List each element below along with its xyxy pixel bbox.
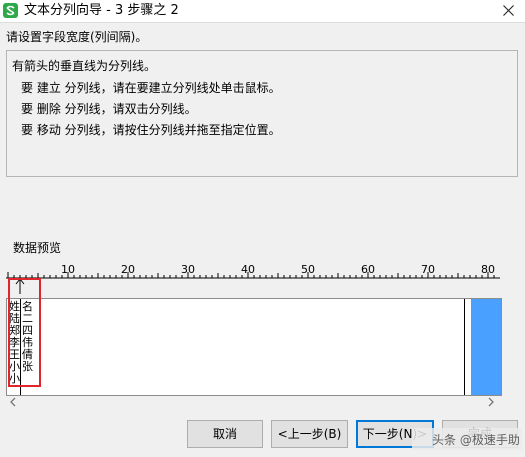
horizontal-scrollbar[interactable] [6, 395, 500, 409]
close-icon [503, 5, 514, 16]
ruler-tick-label: 10 [61, 263, 75, 276]
ruler-tick-label: 80 [481, 263, 495, 276]
info-line-1: 有箭头的垂直线为分列线。 [12, 59, 157, 73]
preview-label: 数据预览 [13, 241, 62, 255]
scroll-right-icon[interactable] [488, 397, 494, 407]
ruler-tick-label: 30 [181, 263, 195, 276]
previous-button[interactable]: <上一步(B) [271, 420, 348, 448]
ruler-tick-label: 50 [301, 263, 315, 276]
ruler-tick-label: 70 [421, 263, 435, 276]
app-logo-icon [3, 3, 18, 18]
scroll-left-icon[interactable] [10, 397, 16, 407]
ruler-tick-label: 20 [121, 263, 135, 276]
ruler-tick-label: 60 [361, 263, 375, 276]
watermark-text: 头条 @极速手助 [432, 433, 520, 447]
close-button[interactable] [492, 0, 525, 22]
column-ruler[interactable]: 10 20 30 40 50 60 70 80 [6, 258, 500, 294]
info-line-4: 要 移动 分列线，请按住分列线并拖至指定位置。 [21, 123, 281, 137]
info-box: 有箭头的垂直线为分列线。 要 建立 分列线，请在要建立分列线处单击鼠标。 要 删… [6, 50, 518, 177]
info-line-3: 要 删除 分列线，请双击分列线。 [21, 102, 197, 116]
ruler-tick-label: 40 [241, 263, 255, 276]
data-preview-area[interactable]: 姓 陆 郑 李 王 小 小 名 二 四 伟 倩 张 [6, 298, 502, 396]
step-heading: 请设置字段宽度(列间隔)。 [6, 30, 148, 44]
info-line-2: 要 建立 分列线，请在要建立分列线处单击鼠标。 [21, 81, 281, 95]
window-title: 文本分列向导 - 3 步骤之 2 [24, 3, 179, 18]
cancel-button[interactable]: 取消 [187, 420, 263, 448]
highlight-annotation [8, 278, 41, 387]
preview-scroll-thumb[interactable] [471, 299, 501, 395]
preview-end-line [464, 299, 465, 395]
